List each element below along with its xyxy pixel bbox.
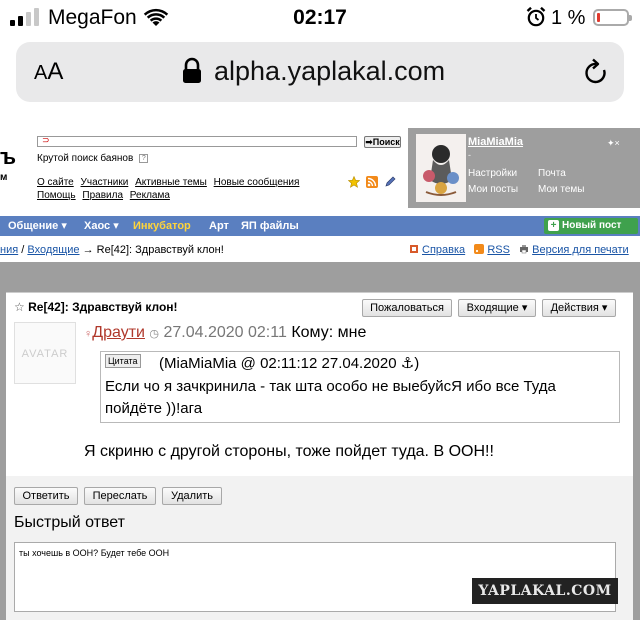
new-post-button[interactable]: + Новый пост: [544, 218, 638, 234]
breadcrumb-sep: /: [18, 244, 28, 256]
star-outline-icon[interactable]: ☆: [14, 300, 25, 314]
link-rss[interactable]: RSS: [487, 244, 510, 256]
delete-button[interactable]: Удалить: [162, 487, 222, 505]
header-links-row-1: О сайте Участники Активные темы Новые со…: [37, 177, 303, 189]
status-bar: MegaFon 02:17 1 %: [0, 0, 640, 36]
quote-label: Цитата: [105, 354, 141, 368]
main-nav: Общение ▾ Хаос ▾ Инкубатор Арт ЯП файлы …: [0, 216, 640, 236]
header-icons: [348, 176, 396, 188]
avatar-illustration: [423, 145, 459, 196]
message-text: Я скриню с другой стороны, тоже пойдет т…: [84, 443, 494, 460]
cog-icon[interactable]: ✦: [607, 138, 615, 148]
link-rules[interactable]: Правила: [82, 190, 123, 201]
link-mail[interactable]: Почта: [538, 168, 608, 180]
rss-icon[interactable]: [366, 176, 378, 188]
quote-block: Цитата (MiaMiaMia @ 02:11:12 27.04.2020 …: [100, 351, 620, 423]
lock-icon: [183, 57, 201, 83]
recipient-label: Кому: мне: [291, 324, 367, 341]
user-links-row-1: Настройки Почта: [468, 168, 608, 180]
complain-button[interactable]: Пожаловаться: [362, 299, 452, 317]
nav-item-art[interactable]: Арт: [209, 216, 229, 236]
url-text[interactable]: alpha.yaplakal.com: [214, 55, 445, 87]
star-icon[interactable]: [348, 176, 360, 188]
address-bar[interactable]: AA alpha.yaplakal.com: [16, 42, 624, 102]
link-print-version[interactable]: Версия для печати: [532, 244, 629, 256]
author-link[interactable]: Драути: [92, 324, 145, 341]
breadcrumb: ния / Входящие → Re[42]: Здравствуй клон…: [0, 243, 224, 257]
quick-reply-title: Быстрый ответ: [14, 514, 125, 531]
author-avatar-placeholder: AVATAR: [14, 322, 76, 384]
user-avatar[interactable]: [416, 134, 466, 202]
search-hint-label: Крутой поиск баянов: [37, 153, 134, 164]
user-panel-icons: ✦×: [607, 138, 620, 149]
nav-item-khaos[interactable]: Хаос ▾: [84, 216, 119, 236]
forward-button[interactable]: Переслать: [84, 487, 156, 505]
message-date: 27.04.2020 02:11: [163, 324, 287, 341]
nav-item-files[interactable]: ЯП файлы: [241, 216, 299, 236]
user-status: -: [468, 150, 471, 160]
reload-icon[interactable]: [582, 58, 610, 88]
plus-icon: +: [548, 220, 559, 231]
battery-percentage: 1 %: [551, 7, 586, 29]
breadcrumb-inbox[interactable]: Входящие: [27, 244, 79, 256]
search-hint[interactable]: Крутой поиск баянов?: [37, 153, 149, 165]
battery-icon: [593, 9, 632, 26]
close-icon[interactable]: ×: [615, 138, 620, 148]
help-book-icon: [410, 245, 418, 253]
user-gender-icon: ♀: [84, 328, 93, 340]
new-post-label: Новый пост: [562, 220, 622, 231]
site-logo-fragment-2[interactable]: м: [0, 172, 7, 183]
breadcrumb-arrow: →: [79, 244, 97, 256]
username-link[interactable]: MiaMiaMia: [468, 136, 523, 148]
reply-button[interactable]: Ответить: [14, 487, 78, 505]
search-input[interactable]: ⊃: [37, 135, 357, 147]
alarm-clock-icon: [526, 6, 546, 27]
search-button[interactable]: ➡Поиск: [364, 136, 401, 148]
user-panel: MiaMiaMia - ✦× Настройки Почта Мои посты М…: [408, 128, 640, 208]
link-my-posts[interactable]: Мои посты: [468, 184, 538, 196]
breadcrumb-messages[interactable]: ния: [0, 244, 18, 256]
message-title-text: Re[42]: Здравствуй клон!: [28, 300, 178, 314]
breadcrumb-current: Re[42]: Здравствуй клон!: [96, 244, 224, 256]
header-links-row-2: Помощь Правила Реклама: [37, 190, 174, 202]
rss-small-icon: [474, 244, 485, 254]
search-button-arrow-icon: ➡: [365, 137, 373, 147]
help-icon[interactable]: ?: [139, 153, 149, 163]
link-members[interactable]: Участники: [81, 177, 129, 188]
link-help[interactable]: Помощь: [37, 190, 76, 201]
quote-text: Если чо я зачкринила - так шта особо не …: [105, 378, 556, 417]
link-about[interactable]: О сайте: [37, 177, 74, 188]
message-meta: ♀Драути ◷ 27.04.2020 02:11 Кому: мне: [84, 323, 366, 344]
user-links-row-2: Мои посты Мои темы: [468, 184, 608, 196]
clock-icon: ◷: [149, 328, 160, 340]
site-logo-fragment[interactable]: ъ: [0, 146, 16, 168]
link-my-topics[interactable]: Мои темы: [538, 184, 608, 196]
quote-header: (MiaMiaMia @ 02:11:12 27.04.2020 ⚓): [159, 355, 420, 372]
link-settings[interactable]: Настройки: [468, 168, 538, 180]
message-title: ☆ Re[42]: Здравствуй клон!: [14, 300, 178, 314]
search-field-marker-icon: ⊃: [42, 135, 50, 145]
text-size-button[interactable]: AA: [34, 57, 63, 88]
site-watermark: YAPLAKAL.COM: [472, 578, 618, 604]
nav-item-obshchenie[interactable]: Общение ▾: [8, 216, 67, 236]
link-active-topics[interactable]: Активные темы: [135, 177, 207, 188]
page-tools: Справка RSS Версия для печати: [409, 243, 629, 257]
search-button-label: Поиск: [372, 137, 400, 147]
link-help-page[interactable]: Справка: [422, 244, 465, 256]
inbox-dropdown-button[interactable]: Входящие ▾: [458, 299, 536, 317]
link-new-messages[interactable]: Новые сообщения: [214, 177, 300, 188]
print-icon: [520, 245, 529, 254]
actions-dropdown-button[interactable]: Действия ▾: [542, 299, 616, 317]
screen: MegaFon 02:17 1 % AA alpha.yaplakal.com: [0, 0, 640, 620]
pen-icon[interactable]: [384, 176, 396, 188]
nav-item-incubator[interactable]: Инкубатор: [133, 216, 191, 236]
link-ads[interactable]: Реклама: [130, 190, 170, 201]
